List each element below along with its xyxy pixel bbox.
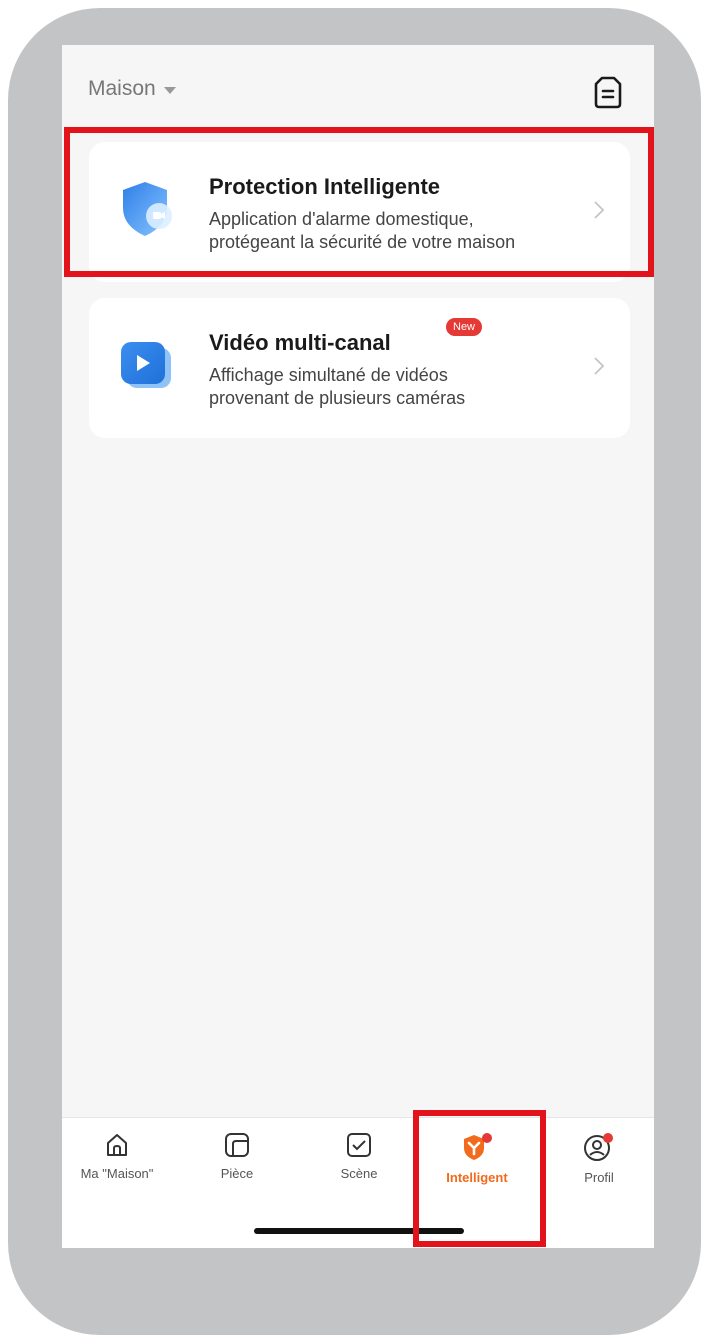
tab-scene[interactable]: Scène: [304, 1132, 414, 1212]
card-video-multi-canal[interactable]: Vidéo multi-canal New Affichage simultan…: [89, 298, 630, 438]
tab-label: Profil: [584, 1170, 614, 1185]
home-icon: [107, 1134, 127, 1156]
chevron-right-icon: [594, 357, 605, 375]
tab-ma-maison[interactable]: Ma "Maison": [62, 1132, 172, 1212]
bottom-tab-bar: Ma "Maison" Pièce Scène Intelligent Prof…: [62, 1117, 654, 1248]
home-selector[interactable]: Maison: [88, 77, 176, 101]
tab-label: Pièce: [220, 1166, 254, 1181]
new-badge: New: [446, 318, 483, 336]
tab-label: Scène: [340, 1166, 378, 1181]
caret-down-icon: [163, 87, 176, 94]
card-description: Affichage simultané de vidéos provenant …: [209, 364, 589, 410]
home-selector-label: Maison: [88, 77, 156, 100]
room-icon: [225, 1133, 249, 1157]
document-icon[interactable]: [593, 75, 623, 109]
highlight-protection-card: [64, 127, 654, 277]
tab-label: Ma "Maison": [80, 1166, 154, 1181]
scene-check-icon: [347, 1133, 371, 1157]
tab-piece[interactable]: Pièce: [182, 1132, 292, 1212]
profile-icon: [584, 1133, 613, 1161]
card-title: Vidéo multi-canal: [209, 330, 391, 355]
card-description-line: provenant de plusieurs caméras: [209, 388, 466, 408]
card-description-line: Affichage simultané de vidéos: [209, 365, 448, 385]
highlight-intelligent-tab: [413, 1110, 546, 1247]
video-play-icon: [121, 342, 171, 388]
tab-profil[interactable]: Profil: [544, 1132, 654, 1212]
